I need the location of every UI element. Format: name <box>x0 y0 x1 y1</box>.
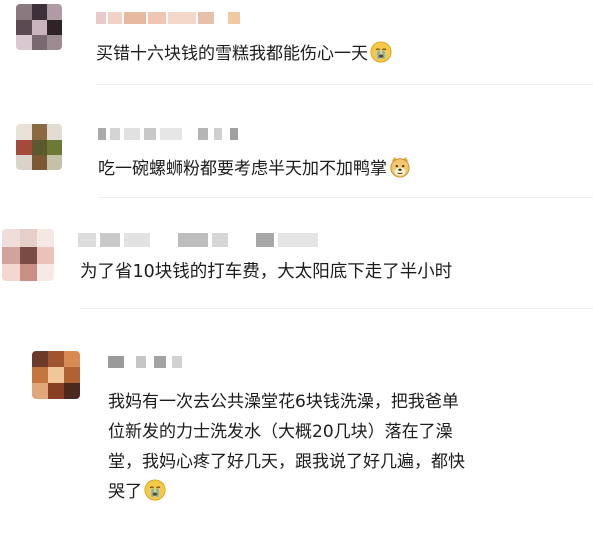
comment-1: 买错十六块钱的雪糕我都能伤心一天 <box>0 0 593 85</box>
comment-text: 我妈有一次去公共澡堂花6块钱洗澡，把我爸单 位新发的力士洗发水（大概20几块）落… <box>108 387 465 507</box>
blurred-avatar[interactable] <box>16 4 62 50</box>
comment-text: 买错十六块钱的雪糕我都能伤心一天 <box>96 40 392 69</box>
comment-4: 我妈有一次去公共澡堂花6块钱洗澡，把我爸单 位新发的力士洗发水（大概20几块）落… <box>0 343 593 537</box>
divider <box>80 308 593 309</box>
blurred-username[interactable] <box>96 12 256 24</box>
comment-3: 为了省10块钱的打车费，大太阳底下走了半小时 <box>0 221 593 309</box>
comment-line: 哭了 <box>108 477 465 507</box>
comment-2: 吃一碗螺蛳粉都要考虑半天加不加鸭掌 <box>0 118 593 198</box>
blurred-avatar[interactable] <box>32 351 80 399</box>
comment-line: 我妈有一次去公共澡堂花6块钱洗澡，把我爸单 <box>108 392 459 412</box>
comment-line: 堂，我妈心疼了好几天，跟我说了好几遍，都快 <box>108 452 465 472</box>
comment-text: 吃一碗螺蛳粉都要考虑半天加不加鸭掌 <box>98 155 411 184</box>
comment-screenshot: { "comments": [ { "text": "买错十六块钱的雪糕我都能伤… <box>0 0 593 537</box>
divider <box>98 197 593 198</box>
comment-text: 为了省10块钱的打车费，大太阳底下走了半小时 <box>80 262 453 282</box>
blurred-username[interactable] <box>98 128 248 140</box>
blurred-avatar[interactable] <box>2 229 54 281</box>
blurred-username[interactable] <box>108 356 188 368</box>
doge-face-icon <box>390 156 410 178</box>
divider <box>96 84 593 85</box>
crying-face-icon <box>370 41 392 63</box>
comment-line: 位新发的力士洗发水（大概20几块）落在了澡 <box>108 422 453 442</box>
blurred-username[interactable] <box>78 233 328 247</box>
crying-face-icon <box>144 479 166 501</box>
blurred-avatar[interactable] <box>16 124 62 170</box>
